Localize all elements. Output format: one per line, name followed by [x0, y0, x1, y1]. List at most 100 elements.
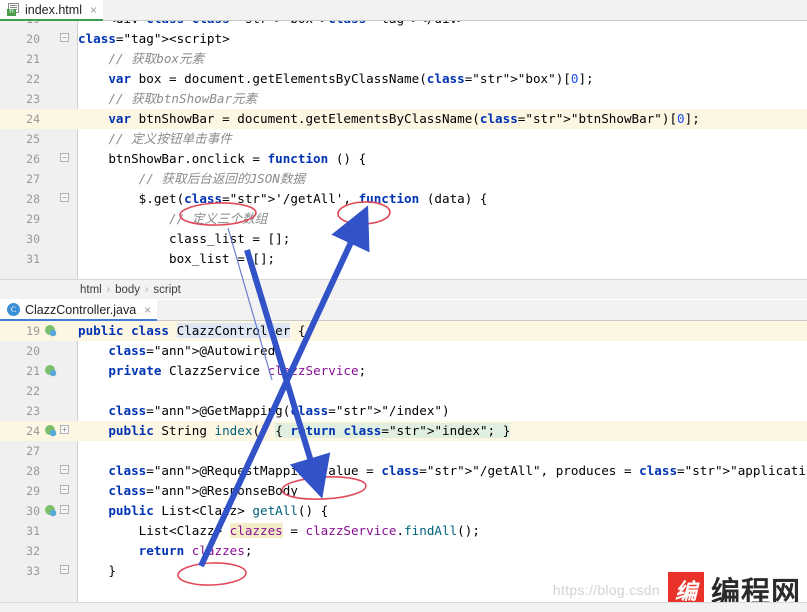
- fold-toggle-icon[interactable]: −: [60, 193, 69, 202]
- code-line[interactable]: 28 − class="ann">@RequestMapping(value = …: [0, 461, 807, 481]
- line-number: 21: [26, 52, 40, 66]
- code-line[interactable]: 22 var box = document.getElementsByClass…: [0, 69, 807, 89]
- line-number: 24: [26, 112, 40, 126]
- code-line[interactable]: 30 class_list = [];: [0, 229, 807, 249]
- line-number: 30: [26, 232, 40, 246]
- close-icon[interactable]: ×: [90, 4, 97, 16]
- code-line[interactable]: 29 − class="ann">@ResponseBody: [0, 481, 807, 501]
- line-code: class="ann">@ResponseBody: [108, 483, 298, 498]
- line-code: class="ann">@RequestMapping(value = clas…: [108, 463, 807, 478]
- line-number: 26: [26, 152, 40, 166]
- code-line[interactable]: 20 class="ann">@Autowired: [0, 341, 807, 361]
- line-number: 20: [26, 32, 40, 46]
- line-code: // 获取btnShowBar元素: [78, 91, 258, 106]
- bottom-strip: [0, 602, 807, 612]
- code-line[interactable]: 26 − btnShowBar.onclick = function () {: [0, 149, 807, 169]
- tab-index-html-label: index.html: [25, 2, 82, 17]
- gutter-marker-icon[interactable]: [44, 324, 57, 337]
- line-code: var btnShowBar = document.getElementsByC…: [108, 111, 700, 126]
- code-line[interactable]: 31 box_list = [];: [0, 249, 807, 269]
- gutter-marker-icon[interactable]: [44, 504, 57, 517]
- line-number: 33: [26, 564, 40, 578]
- code-line[interactable]: 22: [0, 381, 807, 401]
- html-badge-letter: H: [7, 9, 16, 16]
- breadcrumb-separator-2: ›: [145, 284, 149, 295]
- line-number: 29: [26, 484, 40, 498]
- line-number: 31: [26, 524, 40, 538]
- line-code: box_list = [];: [78, 251, 276, 266]
- line-code: public String index() { return class="st…: [108, 423, 511, 438]
- breadcrumb-separator-1: ›: [106, 284, 111, 295]
- line-code: // 获取后台返回的JSON数据: [78, 171, 306, 186]
- code-line[interactable]: 24 + public String index() { return class…: [0, 421, 807, 441]
- gutter-marker-icon[interactable]: [44, 424, 57, 437]
- line-number: 32: [26, 544, 40, 558]
- code-line[interactable]: 23 class="ann">@GetMapping(class="str">"…: [0, 401, 807, 421]
- line-code: // 获取box元素: [78, 51, 205, 66]
- code-line[interactable]: 27: [0, 441, 807, 461]
- code-line[interactable]: 28 − $.get(class="str">'/getAll', functio…: [0, 189, 807, 209]
- code-line[interactable]: 27 // 获取后台返回的JSON数据: [0, 169, 807, 189]
- line-code: class="ann">@GetMapping(class="str">"/in…: [108, 403, 450, 418]
- line-number: 24: [26, 424, 40, 438]
- fold-toggle-icon[interactable]: −: [60, 505, 69, 514]
- close-icon[interactable]: ×: [144, 304, 151, 316]
- tab-clazzcontroller-java-label: ClazzController.java: [25, 302, 137, 317]
- line-number: 19: [26, 324, 40, 338]
- line-number: 27: [26, 172, 40, 186]
- line-number: 28: [26, 464, 40, 478]
- gutter-marker-icon[interactable]: [44, 364, 57, 377]
- line-number: 22: [26, 384, 40, 398]
- code-line[interactable]: 23 // 获取btnShowBar元素: [0, 89, 807, 109]
- code-line[interactable]: 21 private ClazzService clazzService;: [0, 361, 807, 381]
- line-number: 27: [26, 444, 40, 458]
- code-line[interactable]: 24 var btnShowBar = document.getElements…: [0, 109, 807, 129]
- line-number: 22: [26, 72, 40, 86]
- line-number: 21: [26, 364, 40, 378]
- java-editor-tabbar: C ClazzController.java ×: [0, 300, 807, 321]
- breadcrumb-item-html[interactable]: html: [80, 284, 102, 296]
- line-code: public class ClazzController {: [78, 323, 306, 338]
- java-class-icon: C: [7, 303, 20, 316]
- line-number: 23: [26, 92, 40, 106]
- line-code: // 定义三个数组: [78, 211, 268, 226]
- code-line[interactable]: 25 // 定义按钮单击事件: [0, 129, 807, 149]
- line-number: 25: [26, 132, 40, 146]
- fold-toggle-icon[interactable]: −: [60, 485, 69, 494]
- tab-index-html[interactable]: H index.html ×: [0, 0, 103, 21]
- fold-toggle-icon[interactable]: −: [60, 153, 69, 162]
- line-code: class="tag"><script>: [78, 31, 230, 46]
- html-editor-tabbar: H index.html ×: [0, 0, 807, 21]
- line-number: 31: [26, 252, 40, 266]
- breadcrumb[interactable]: html › body › script: [0, 279, 807, 299]
- line-code: List<Clazz> clazzes = clazzService.findA…: [78, 523, 480, 538]
- code-line[interactable]: 29 // 定义三个数组: [0, 209, 807, 229]
- line-code: btnShowBar.onclick = function () {: [78, 151, 367, 166]
- fold-toggle-icon[interactable]: −: [60, 565, 69, 574]
- line-number: 20: [26, 344, 40, 358]
- line-code: }: [78, 563, 116, 578]
- tab-clazzcontroller-java[interactable]: C ClazzController.java ×: [0, 300, 158, 321]
- line-code: // 定义按钮单击事件: [78, 131, 232, 146]
- code-line[interactable]: 32 return clazzes;: [0, 541, 807, 561]
- line-number: 30: [26, 504, 40, 518]
- java-badge-letter: C: [7, 303, 20, 316]
- line-code: class="ann">@Autowired: [108, 343, 276, 358]
- code-line[interactable]: 19 public class ClazzController {: [0, 321, 807, 341]
- line-number: 29: [26, 212, 40, 226]
- screenshot-root: H index.html × html › body › script C Cl…: [0, 0, 807, 612]
- breadcrumb-item-script[interactable]: script: [153, 284, 180, 296]
- fold-toggle-icon[interactable]: −: [60, 465, 69, 474]
- line-code: public List<Clazz> getAll() {: [108, 503, 329, 518]
- code-line[interactable]: 20 − class="tag"><script>: [0, 29, 807, 49]
- line-code: return clazzes;: [138, 543, 253, 558]
- breadcrumb-item-body[interactable]: body: [115, 284, 140, 296]
- fold-toggle-icon[interactable]: −: [60, 33, 69, 42]
- line-code: class_list = [];: [78, 231, 291, 246]
- html-file-icon: H: [7, 3, 20, 16]
- code-line[interactable]: 30 − public List<Clazz> getAll() {: [0, 501, 807, 521]
- code-line[interactable]: 21 // 获取box元素: [0, 49, 807, 69]
- code-line[interactable]: 31 List<Clazz> clazzes = clazzService.fi…: [0, 521, 807, 541]
- fold-toggle-icon[interactable]: +: [60, 425, 69, 434]
- line-code: var box = document.getElementsByClassNam…: [108, 71, 594, 86]
